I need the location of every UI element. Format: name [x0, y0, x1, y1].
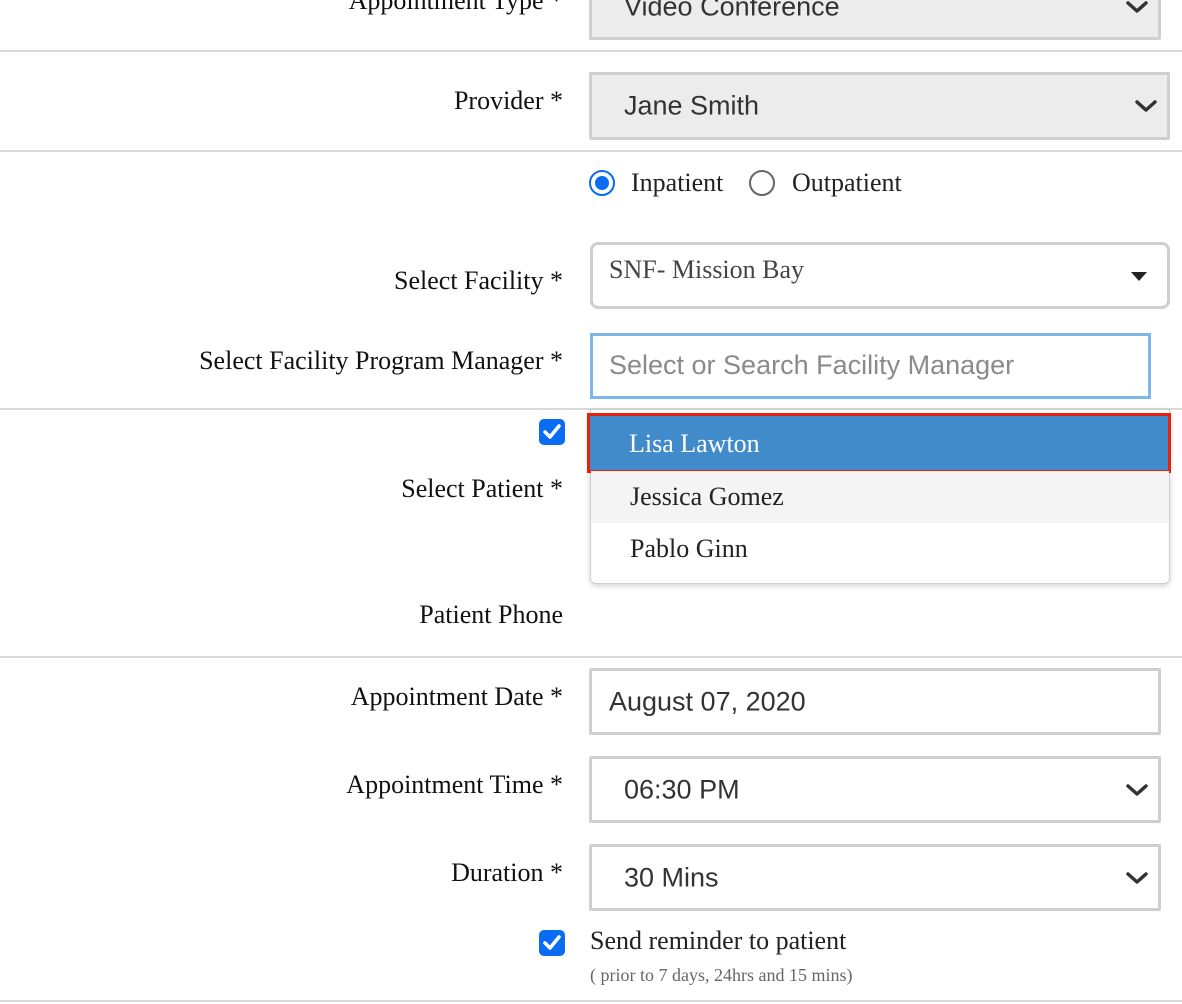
chevron-down-icon [1135, 100, 1157, 112]
appointment-time-value: 06:30 PM [624, 774, 740, 804]
outpatient-radio[interactable] [749, 170, 775, 196]
appointment-type-value: Video Conference [624, 0, 840, 22]
reminder-label: Send reminder to patient [590, 926, 847, 955]
checkmark-icon [543, 424, 561, 439]
chevron-down-icon [1126, 871, 1148, 884]
duration-value: 30 Mins [624, 862, 719, 892]
caret-down-icon [1131, 272, 1147, 281]
appointment-type-select[interactable]: Video Conference [589, 0, 1161, 40]
divider [0, 150, 1182, 152]
dropdown-option-lisa-lawton[interactable]: Lisa Lawton [587, 413, 1171, 473]
outpatient-label: Outpatient [792, 168, 902, 197]
facility-value: SNF- Mission Bay [609, 255, 805, 284]
appointment-time-label: Appointment Time * [346, 770, 563, 799]
provider-select[interactable]: Jane Smith [589, 72, 1170, 140]
inpatient-radio[interactable] [589, 170, 615, 196]
facility-manager-dropdown: Lisa Lawton Jessica Gomez Pablo Ginn [587, 409, 1171, 584]
divider [0, 656, 1182, 658]
facility-manager-label: Select Facility Program Manager * [199, 346, 563, 375]
dropdown-option-pablo-ginn[interactable]: Pablo Ginn [591, 523, 1169, 575]
duration-label: Duration * [451, 858, 563, 887]
appointment-date-value: August 07, 2020 [609, 686, 806, 716]
checkmark-icon [543, 935, 561, 950]
reminder-note: ( prior to 7 days, 24hrs and 15 mins) [590, 965, 853, 985]
reminder-checkbox[interactable] [539, 930, 565, 956]
provider-label: Provider * [453, 86, 563, 115]
duration-select[interactable]: 30 Mins [589, 844, 1161, 911]
inpatient-label: Inpatient [631, 168, 724, 197]
provider-value: Jane Smith [624, 90, 760, 121]
patient-phone-label: Patient Phone [419, 600, 563, 629]
chevron-down-icon [1126, 783, 1148, 796]
chevron-down-icon [1126, 1, 1148, 13]
appointment-date-label: Appointment Date * [350, 682, 563, 711]
patient-label: Select Patient * [401, 474, 563, 503]
facility-manager-placeholder: Select or Search Facility Manager [609, 350, 1015, 380]
appointment-date-input[interactable]: August 07, 2020 [589, 668, 1161, 735]
facility-label: Select Facility * [394, 266, 563, 295]
appointment-time-select[interactable]: 06:30 PM [589, 756, 1161, 823]
dropdown-option-jessica-gomez[interactable]: Jessica Gomez [591, 471, 1169, 523]
appointment-type-label: Appointment Type * [348, 0, 563, 15]
facility-manager-search-input[interactable]: Select or Search Facility Manager [590, 333, 1151, 399]
patient-checkbox[interactable] [539, 419, 565, 445]
divider [0, 50, 1182, 52]
divider [0, 1000, 1182, 1002]
facility-select[interactable]: SNF- Mission Bay [590, 242, 1170, 309]
